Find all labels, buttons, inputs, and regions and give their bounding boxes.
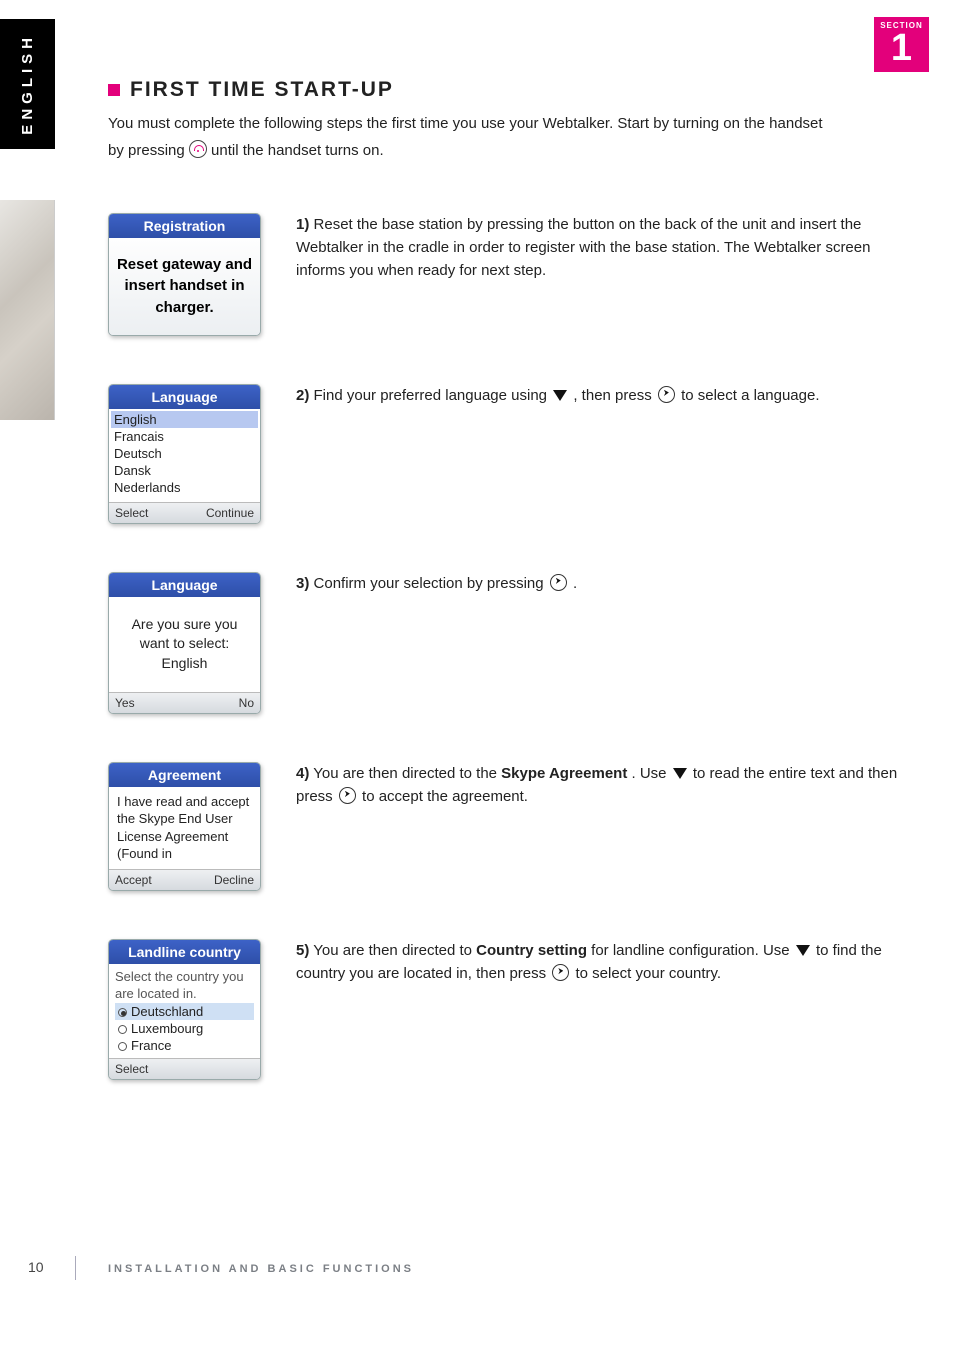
select-button-icon <box>552 964 569 981</box>
down-arrow-icon <box>796 945 810 956</box>
screen-language-list: Language English Francais Deutsch Dansk … <box>108 384 261 524</box>
section-badge: SECTION 1 <box>874 17 929 72</box>
side-tab-label: ENGLISH <box>19 33 36 135</box>
radio-icon <box>118 1042 127 1051</box>
list-item[interactable]: Deutschland <box>115 1003 254 1020</box>
screen-title: Agreement <box>109 763 260 787</box>
language-list: English Francais Deutsch Dansk Nederland… <box>111 411 258 496</box>
screen-landline-country: Landline country Select the country you … <box>108 939 261 1080</box>
softkey-right[interactable]: Continue <box>206 506 254 520</box>
footer-section-title: INSTALLATION AND BASIC FUNCTIONS <box>108 1263 414 1275</box>
heading-bullet-icon <box>108 84 120 96</box>
language-side-tab: ENGLISH <box>0 19 55 149</box>
page-content: First Time Start-up You must complete th… <box>108 78 908 1128</box>
softkey-right[interactable]: No <box>239 696 254 710</box>
country-intro: Select the country you are located in. <box>115 968 254 1003</box>
country-list: Deutschland Luxembourg France <box>115 1003 254 1054</box>
power-button-icon <box>189 140 207 158</box>
screen-title: Language <box>109 385 260 409</box>
softkey-right[interactable]: Decline <box>214 873 254 887</box>
agreement-text: I have read and accept the Skype End Use… <box>117 794 249 862</box>
down-arrow-icon <box>553 390 567 401</box>
list-item[interactable]: Nederlands <box>111 479 258 496</box>
screen-agreement: Agreement I have read and accept the Sky… <box>108 762 261 891</box>
list-item[interactable]: Luxembourg <box>115 1020 254 1037</box>
list-item[interactable]: Deutsch <box>111 445 258 462</box>
list-item[interactable]: Francais <box>111 428 258 445</box>
down-arrow-icon <box>673 768 687 779</box>
list-item[interactable]: English <box>111 411 258 428</box>
step-4-text: 4) You are then directed to the Skype Ag… <box>296 762 908 809</box>
select-button-icon <box>550 574 567 591</box>
screen-registration: Registration Reset gateway and insert ha… <box>108 213 261 336</box>
softkey-left[interactable]: Select <box>115 506 148 520</box>
select-button-icon <box>339 787 356 804</box>
confirm-line: want to select: <box>117 634 252 654</box>
page-title: First Time Start-up <box>130 78 394 102</box>
screen-title: Language <box>109 573 260 597</box>
softkey-left[interactable]: Select <box>115 1062 148 1076</box>
page-number: 10 <box>28 1259 44 1275</box>
screen-language-confirm: Language Are you sure you want to select… <box>108 572 261 714</box>
intro-line-1: You must complete the following steps th… <box>108 112 908 135</box>
step-4: Agreement I have read and accept the Sky… <box>108 762 908 891</box>
list-item[interactable]: France <box>115 1037 254 1054</box>
step-3: Language Are you sure you want to select… <box>108 572 908 714</box>
list-item[interactable]: Dansk <box>111 462 258 479</box>
softkey-left[interactable]: Yes <box>115 696 135 710</box>
screen-message: Reset gateway and insert handset in char… <box>109 238 260 335</box>
intro-line-2: by pressing until the handset turns on. <box>108 139 908 162</box>
softkey-left[interactable]: Accept <box>115 873 152 887</box>
radio-selected-icon <box>118 1008 127 1017</box>
confirm-value: English <box>117 654 252 674</box>
step-5-text: 5) You are then directed to Country sett… <box>296 939 908 986</box>
radio-icon <box>118 1025 127 1034</box>
footer-rule <box>75 1256 76 1280</box>
step-2-text: 2) Find your preferred language using , … <box>296 384 908 407</box>
section-number: 1 <box>874 30 929 66</box>
screen-title: Landline country <box>109 940 260 964</box>
decorative-photo <box>0 200 55 420</box>
screen-title: Registration <box>109 214 260 238</box>
step-1: Registration Reset gateway and insert ha… <box>108 213 908 336</box>
step-5: Landline country Select the country you … <box>108 939 908 1080</box>
step-3-text: 3) Confirm your selection by pressing . <box>296 572 908 595</box>
step-1-text: 1) Reset the base station by pressing th… <box>296 213 908 283</box>
select-button-icon <box>658 386 675 403</box>
confirm-line: Are you sure you <box>117 615 252 635</box>
step-2: Language English Francais Deutsch Dansk … <box>108 384 908 524</box>
